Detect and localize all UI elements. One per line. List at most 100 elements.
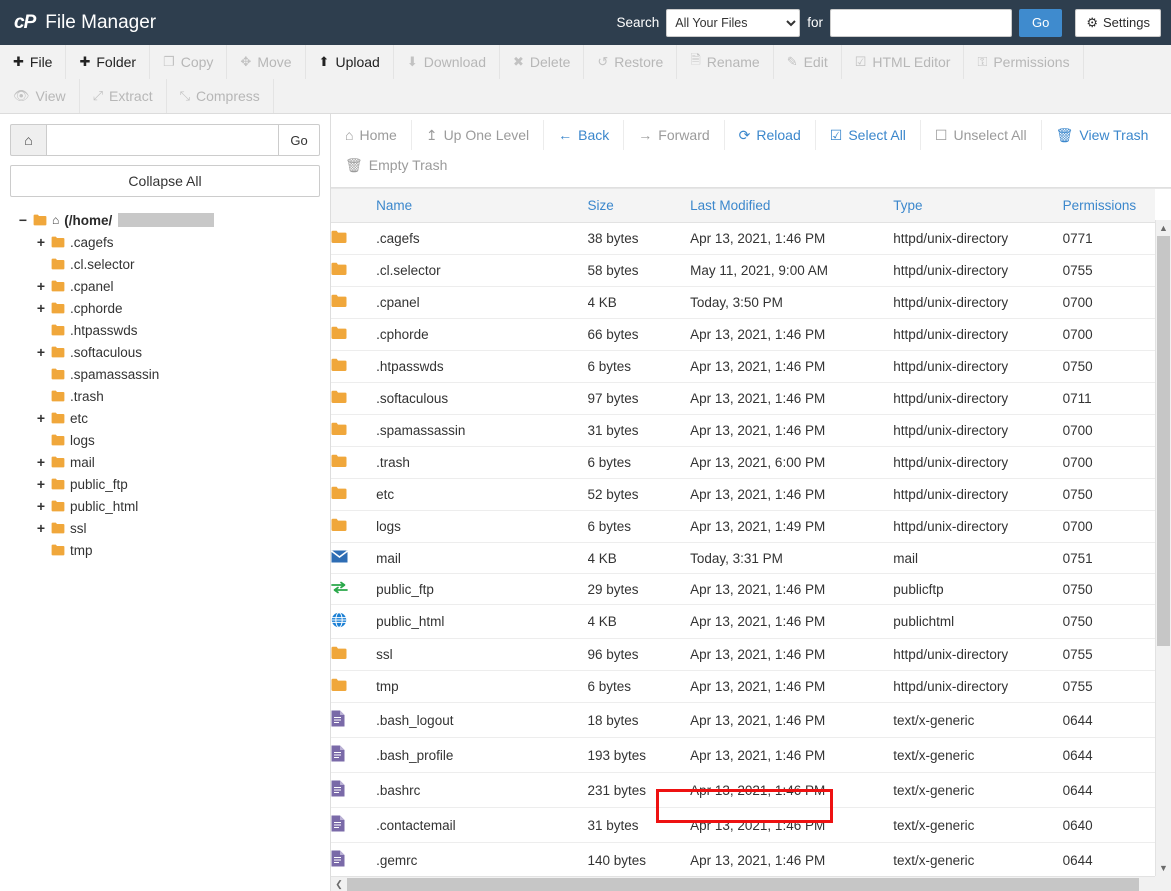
search-go-button[interactable]: Go <box>1019 9 1062 37</box>
tree-expand-icon[interactable]: + <box>36 411 46 425</box>
table-row[interactable]: .spamassassin31 bytesApr 13, 2021, 1:46 … <box>331 415 1155 447</box>
tree-node-dot-spamassassin[interactable]: +.spamassassin <box>10 363 320 385</box>
scroll-down-arrow-icon[interactable]: ▼ <box>1156 860 1171 876</box>
nav-reload-button[interactable]: ⟳Reload <box>725 120 816 150</box>
file-name-cell[interactable]: .bash_profile <box>376 738 587 773</box>
tree-node-public_ftp[interactable]: +public_ftp <box>10 473 320 495</box>
tree-node-mail[interactable]: +mail <box>10 451 320 473</box>
tree-expand-icon[interactable]: + <box>36 499 46 513</box>
file-name-cell[interactable]: .htpasswds <box>376 351 587 383</box>
column-header-modified[interactable]: Last Modified <box>690 189 893 223</box>
column-header-permissions[interactable]: Permissions <box>1063 189 1155 223</box>
table-row[interactable]: .cpanel4 KBToday, 3:50 PMhttpd/unix-dire… <box>331 287 1155 319</box>
tree-node-tmp[interactable]: +tmp <box>10 539 320 561</box>
table-row[interactable]: .cagefs38 bytesApr 13, 2021, 1:46 PMhttp… <box>331 223 1155 255</box>
tree-node-etc[interactable]: +etc <box>10 407 320 429</box>
table-row[interactable]: ssl96 bytesApr 13, 2021, 1:46 PMhttpd/un… <box>331 639 1155 671</box>
file-name-cell[interactable]: .gemrc <box>376 843 587 877</box>
table-row[interactable]: .bash_logout18 bytesApr 13, 2021, 1:46 P… <box>331 703 1155 738</box>
settings-button[interactable]: ⚙ Settings <box>1075 9 1161 37</box>
file-name-cell[interactable]: logs <box>376 511 587 543</box>
file-name-cell[interactable]: .cagefs <box>376 223 587 255</box>
nav-back-button[interactable]: ←Back <box>544 120 624 150</box>
tree-expand-icon[interactable]: + <box>36 279 46 293</box>
table-row[interactable]: .htpasswds6 bytesApr 13, 2021, 1:46 PMht… <box>331 351 1155 383</box>
tree-node-public_html[interactable]: +public_html <box>10 495 320 517</box>
file-name-cell[interactable]: etc <box>376 479 587 511</box>
tree-node-dot-htpasswds[interactable]: +.htpasswds <box>10 319 320 341</box>
path-home-button[interactable]: ⌂ <box>10 124 47 156</box>
vertical-scroll-thumb[interactable] <box>1157 236 1170 646</box>
table-row[interactable]: mail4 KBToday, 3:31 PMmail0751 <box>331 543 1155 574</box>
file-name-cell[interactable]: mail <box>376 543 587 574</box>
file-name-cell[interactable]: .bash_logout <box>376 703 587 738</box>
file-name-cell[interactable]: .cphorde <box>376 319 587 351</box>
table-row[interactable]: .cl.selector58 bytesMay 11, 2021, 9:00 A… <box>331 255 1155 287</box>
file-name-cell[interactable]: .bashrc <box>376 773 587 808</box>
table-row[interactable]: tmp6 bytesApr 13, 2021, 1:46 PMhttpd/uni… <box>331 671 1155 703</box>
table-row[interactable]: public_ftp29 bytesApr 13, 2021, 1:46 PMp… <box>331 574 1155 605</box>
column-header-name[interactable]: Name <box>376 189 587 223</box>
tree-expand-icon[interactable]: + <box>36 455 46 469</box>
collapse-all-button[interactable]: Collapse All <box>10 165 320 197</box>
nav-unselect-all-button[interactable]: ☐Unselect All <box>921 120 1042 150</box>
column-header-size[interactable]: Size <box>588 189 691 223</box>
toolbar-folder-button[interactable]: ✚Folder <box>66 45 150 79</box>
table-row[interactable]: .softaculous97 bytesApr 13, 2021, 1:46 P… <box>331 383 1155 415</box>
file-name-cell[interactable]: .spamassassin <box>376 415 587 447</box>
table-row[interactable]: logs6 bytesApr 13, 2021, 1:49 PMhttpd/un… <box>331 511 1155 543</box>
scroll-up-arrow-icon[interactable]: ▲ <box>1156 220 1171 236</box>
nav-select-all-button[interactable]: ☑Select All <box>816 120 921 150</box>
tree-node-dot-softaculous[interactable]: +.softaculous <box>10 341 320 363</box>
tree-node-ssl[interactable]: +ssl <box>10 517 320 539</box>
table-row[interactable]: .gemrc140 bytesApr 13, 2021, 1:46 PMtext… <box>331 843 1155 877</box>
file-name-cell[interactable]: public_html <box>376 605 587 639</box>
table-row[interactable]: .trash6 bytesApr 13, 2021, 6:00 PMhttpd/… <box>331 447 1155 479</box>
horizontal-scroll-thumb[interactable] <box>347 878 1139 891</box>
globe-icon <box>331 616 347 631</box>
table-row[interactable]: .cphorde66 bytesApr 13, 2021, 1:46 PMhtt… <box>331 319 1155 351</box>
tree-expand-icon[interactable]: + <box>36 301 46 315</box>
tree-collapse-icon[interactable]: − <box>18 213 28 227</box>
tree-node-dot-trash[interactable]: +.trash <box>10 385 320 407</box>
tree-node-dot-cagefs[interactable]: +.cagefs <box>10 231 320 253</box>
tree-node-dot-cphorde[interactable]: +.cphorde <box>10 297 320 319</box>
path-input[interactable] <box>47 124 278 156</box>
search-scope-select[interactable]: All Your Files <box>666 9 800 37</box>
nav-home-button[interactable]: ⌂Home <box>331 120 412 150</box>
nav-view-trash-button[interactable]: 🗑View Trash <box>1042 120 1163 150</box>
file-name-cell[interactable]: .trash <box>376 447 587 479</box>
file-name-cell[interactable]: .cpanel <box>376 287 587 319</box>
toolbar-upload-button[interactable]: ⬆Upload <box>306 45 394 79</box>
table-row[interactable]: .bashrc231 bytesApr 13, 2021, 1:46 PMtex… <box>331 773 1155 808</box>
column-header-type[interactable]: Type <box>893 189 1062 223</box>
file-name-cell[interactable]: public_ftp <box>376 574 587 605</box>
table-row[interactable]: .contactemail31 bytesApr 13, 2021, 1:46 … <box>331 808 1155 843</box>
file-name-cell[interactable]: .softaculous <box>376 383 587 415</box>
tree-node-logs[interactable]: +logs <box>10 429 320 451</box>
tree-expand-icon[interactable]: + <box>36 345 46 359</box>
table-row[interactable]: .bash_profile193 bytesApr 13, 2021, 1:46… <box>331 738 1155 773</box>
horizontal-scrollbar[interactable]: ❮ ❯ <box>331 876 1171 891</box>
scroll-left-arrow-icon[interactable]: ❮ <box>331 877 347 891</box>
path-go-button[interactable]: Go <box>278 124 320 156</box>
tree-node-dot-cl.selector[interactable]: +.cl.selector <box>10 253 320 275</box>
table-row[interactable]: public_html4 KBApr 13, 2021, 1:46 PMpubl… <box>331 605 1155 639</box>
nav-forward-button[interactable]: →Forward <box>624 120 724 150</box>
file-name-cell[interactable]: ssl <box>376 639 587 671</box>
toolbar-file-button[interactable]: ✚File <box>0 45 66 79</box>
file-name-cell[interactable]: tmp <box>376 671 587 703</box>
nav-empty-trash-button[interactable]: 🗑Empty Trash <box>331 150 461 180</box>
tree-expand-icon[interactable]: + <box>36 521 46 535</box>
tree-node-home[interactable]: −⌂(/home/ <box>10 209 320 231</box>
file-name-cell[interactable]: .cl.selector <box>376 255 587 287</box>
file-name-cell[interactable]: .contactemail <box>376 808 587 843</box>
search-input[interactable] <box>830 9 1012 37</box>
tree-node-dot-cpanel[interactable]: +.cpanel <box>10 275 320 297</box>
nav-up-one-level-button[interactable]: ↥Up One Level <box>412 120 544 150</box>
tree-expand-icon[interactable]: + <box>36 235 46 249</box>
table-row[interactable]: etc52 bytesApr 13, 2021, 1:46 PMhttpd/un… <box>331 479 1155 511</box>
vertical-scrollbar[interactable]: ▲ ▼ <box>1155 220 1171 876</box>
tree-expand-icon[interactable]: + <box>36 477 46 491</box>
horizontal-scroll-track[interactable] <box>347 877 1155 891</box>
